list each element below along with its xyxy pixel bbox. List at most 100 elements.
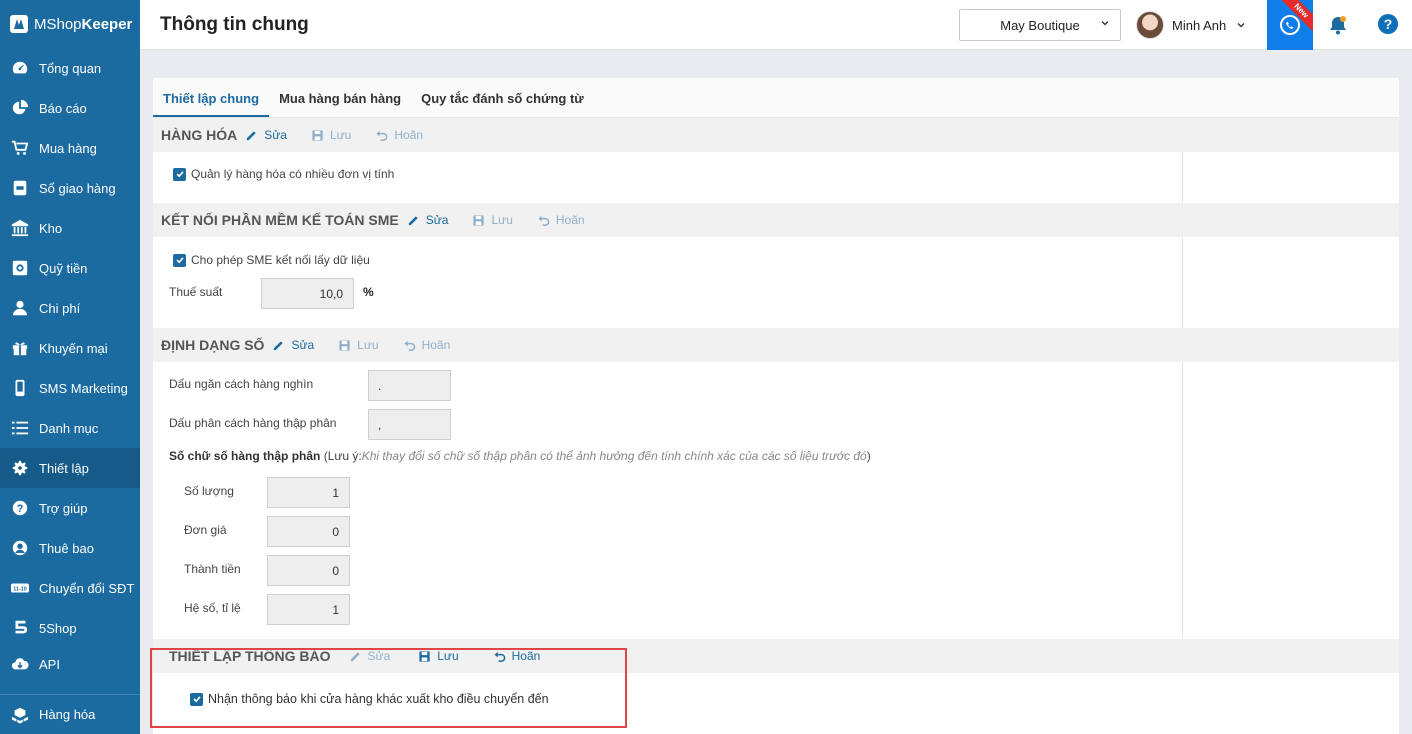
- ratio-decimals-input[interactable]: 1: [267, 594, 350, 625]
- sme-connect-checkbox-row[interactable]: Cho phép SME kết nối lấy dữ liệu: [173, 253, 370, 267]
- sidebar-item-label: Kho: [39, 220, 63, 236]
- edit-button[interactable]: Sửa: [272, 338, 314, 352]
- save-button[interactable]: Lưu: [472, 213, 513, 227]
- page-title: Thông tin chung: [160, 14, 309, 35]
- section-title: ĐỊNH DẠNG SỐ: [161, 337, 265, 353]
- decimal-digits-heading: Số chữ số hàng thập phân (Lưu ý: Khi tha…: [169, 449, 871, 463]
- chevron-down-icon: [1237, 23, 1245, 28]
- sidebar-item-5shop[interactable]: 5Shop: [0, 608, 140, 648]
- sidebar-item-label: Tổng quan: [39, 60, 102, 76]
- floppy-icon: [312, 129, 323, 141]
- floppy-icon: [473, 214, 485, 226]
- sidebar-item-thiet-lap[interactable]: Thiết lập: [0, 448, 140, 488]
- pencil-icon: [247, 130, 256, 140]
- tax-rate-input[interactable]: 10,0: [261, 278, 354, 309]
- sidebar-item-khuyen-mai[interactable]: Khuyến mại: [0, 328, 140, 368]
- quantity-decimals-input[interactable]: 1: [267, 477, 350, 508]
- store-select[interactable]: May Boutique: [959, 9, 1121, 41]
- section-goods-header: HÀNG HÓA Sửa Lưu Hoãn: [153, 118, 1399, 152]
- edit-label: Sửa: [291, 338, 315, 352]
- chat-button[interactable]: New: [1267, 0, 1313, 50]
- save-button[interactable]: Lưu: [338, 338, 379, 352]
- expense-icon: [10, 298, 30, 318]
- user-menu[interactable]: Minh Anh: [1136, 10, 1246, 40]
- cancel-button[interactable]: Hoãn: [375, 128, 423, 142]
- sidebar-item-thue-bao[interactable]: Thuê bao: [0, 528, 140, 568]
- checkbox-checked[interactable]: [173, 253, 186, 267]
- logo-prefix: MShop: [34, 15, 82, 33]
- sidebar-item-api[interactable]: API: [0, 648, 140, 680]
- edit-button[interactable]: Sửa: [407, 213, 448, 227]
- app-logo[interactable]: MShop Keeper: [0, 0, 140, 48]
- sidebar-item-chuyen-doi-sdt[interactable]: 11-10 Chuyển đổi SĐT: [0, 568, 140, 608]
- sidebar-item-so-giao-hang[interactable]: Sổ giao hàng: [0, 168, 140, 208]
- store-select-value: May Boutique: [1000, 17, 1080, 33]
- cancel-button[interactable]: Hoãn: [403, 338, 450, 352]
- sidebar-item-danh-muc[interactable]: Danh mục: [0, 408, 140, 448]
- top-header: Thông tin chung May Boutique Minh Anh Ne…: [140, 0, 1412, 50]
- thousand-separator-input[interactable]: .: [368, 370, 451, 401]
- warehouse-icon: [10, 218, 30, 238]
- save-label: Lưu: [491, 213, 513, 227]
- undo-icon: [376, 130, 388, 141]
- ratio-label: Hệ số, tỉ lệ: [184, 601, 241, 615]
- floppy-icon: [339, 339, 350, 351]
- section-sme-body: Cho phép SME kết nối lấy dữ liệu Thuế su…: [153, 237, 1183, 328]
- sidebar-item-mua-hang[interactable]: Mua hàng: [0, 128, 140, 168]
- thousand-separator-label: Dấu ngăn cách hàng nghìn: [169, 377, 314, 391]
- sidebar-item-bao-cao[interactable]: Báo cáo: [0, 88, 140, 128]
- user-name: Minh Anh: [1172, 17, 1227, 33]
- checkbox-checked[interactable]: [173, 167, 186, 181]
- cancel-button[interactable]: Hoãn: [537, 213, 585, 227]
- sidebar-item-chi-phi[interactable]: Chi phí: [0, 288, 140, 328]
- 5shop-icon: [10, 618, 30, 638]
- tab-quy-tac-danh-so[interactable]: Quy tắc đánh số chứng từ: [411, 91, 594, 117]
- decimal-separator-label: Dấu phân cách hàng thập phân: [169, 416, 337, 430]
- tab-thiet-lap-chung[interactable]: Thiết lập chung: [153, 91, 270, 117]
- section-title: KẾT NỐI PHẦN MỀM KẾ TOÁN SME: [161, 212, 399, 228]
- phone-icon: [10, 378, 30, 398]
- sidebar-item-tro-giup[interactable]: ? Trợ giúp: [0, 488, 140, 528]
- section-number-format-header: ĐỊNH DẠNG SỐ Sửa Lưu Hoãn: [153, 328, 1399, 362]
- sidebar-item-sms-marketing[interactable]: SMS Marketing: [0, 368, 140, 408]
- sidebar-item-kho[interactable]: Kho: [0, 208, 140, 248]
- tax-unit: %: [363, 285, 374, 299]
- safe-icon: [10, 258, 30, 278]
- amount-decimals-input[interactable]: 0: [267, 555, 350, 586]
- section-number-format-body: Dấu ngăn cách hàng nghìn . Dấu phân cách…: [153, 362, 1183, 639]
- edit-label: Sửa: [264, 128, 287, 142]
- help-button[interactable]: ?: [1378, 14, 1398, 34]
- cloud-icon: [10, 654, 30, 674]
- edit-button[interactable]: Sửa: [245, 128, 287, 142]
- sidebar-item-label: Chi phí: [39, 300, 81, 316]
- avatar: [1136, 11, 1164, 39]
- sidebar-item-label: Báo cáo: [39, 100, 87, 116]
- multi-unit-checkbox-row[interactable]: Quản lý hàng hóa có nhiều đơn vị tính: [173, 167, 394, 181]
- delivery-book-icon: [10, 178, 30, 198]
- pencil-icon: [408, 215, 418, 225]
- unit-price-decimals-input[interactable]: 0: [267, 516, 350, 547]
- decimal-digits-title: Số chữ số hàng thập phân: [169, 449, 321, 463]
- undo-icon: [538, 215, 550, 226]
- highlight-frame: [150, 648, 627, 728]
- save-button[interactable]: Lưu: [311, 128, 351, 142]
- sidebar-item-hang-hoa[interactable]: Hàng hóa: [0, 694, 140, 734]
- note-prefix: (Lưu ý:: [323, 449, 362, 463]
- sidebar-item-quy-tien[interactable]: Quỹ tiền: [0, 248, 140, 288]
- note-text: Khi thay đổi số chữ số thập phân có thể …: [361, 449, 867, 463]
- pie-chart-icon: [10, 98, 30, 118]
- sidebar-item-label: API: [39, 656, 60, 672]
- sidebar-item-label: Chuyển đổi SĐT: [39, 580, 135, 596]
- bell-icon[interactable]: [1327, 14, 1349, 36]
- sidebar-item-label: Thuê bao: [39, 540, 94, 556]
- phone-convert-badge: 11-10: [13, 586, 26, 592]
- sidebar-item-label: Hàng hóa: [39, 707, 96, 722]
- tab-mua-hang-ban-hang[interactable]: Mua hàng bán hàng: [269, 91, 411, 117]
- sidebar-item-tong-quan[interactable]: Tổng quan: [0, 48, 140, 88]
- sidebar-item-label: Quỹ tiền: [39, 260, 88, 276]
- save-label: Lưu: [357, 338, 379, 352]
- cancel-label: Hoãn: [394, 128, 424, 142]
- cart-icon: [10, 138, 30, 158]
- sidebar-item-label: Thiết lập: [39, 460, 89, 476]
- decimal-separator-input[interactable]: ,: [368, 409, 451, 440]
